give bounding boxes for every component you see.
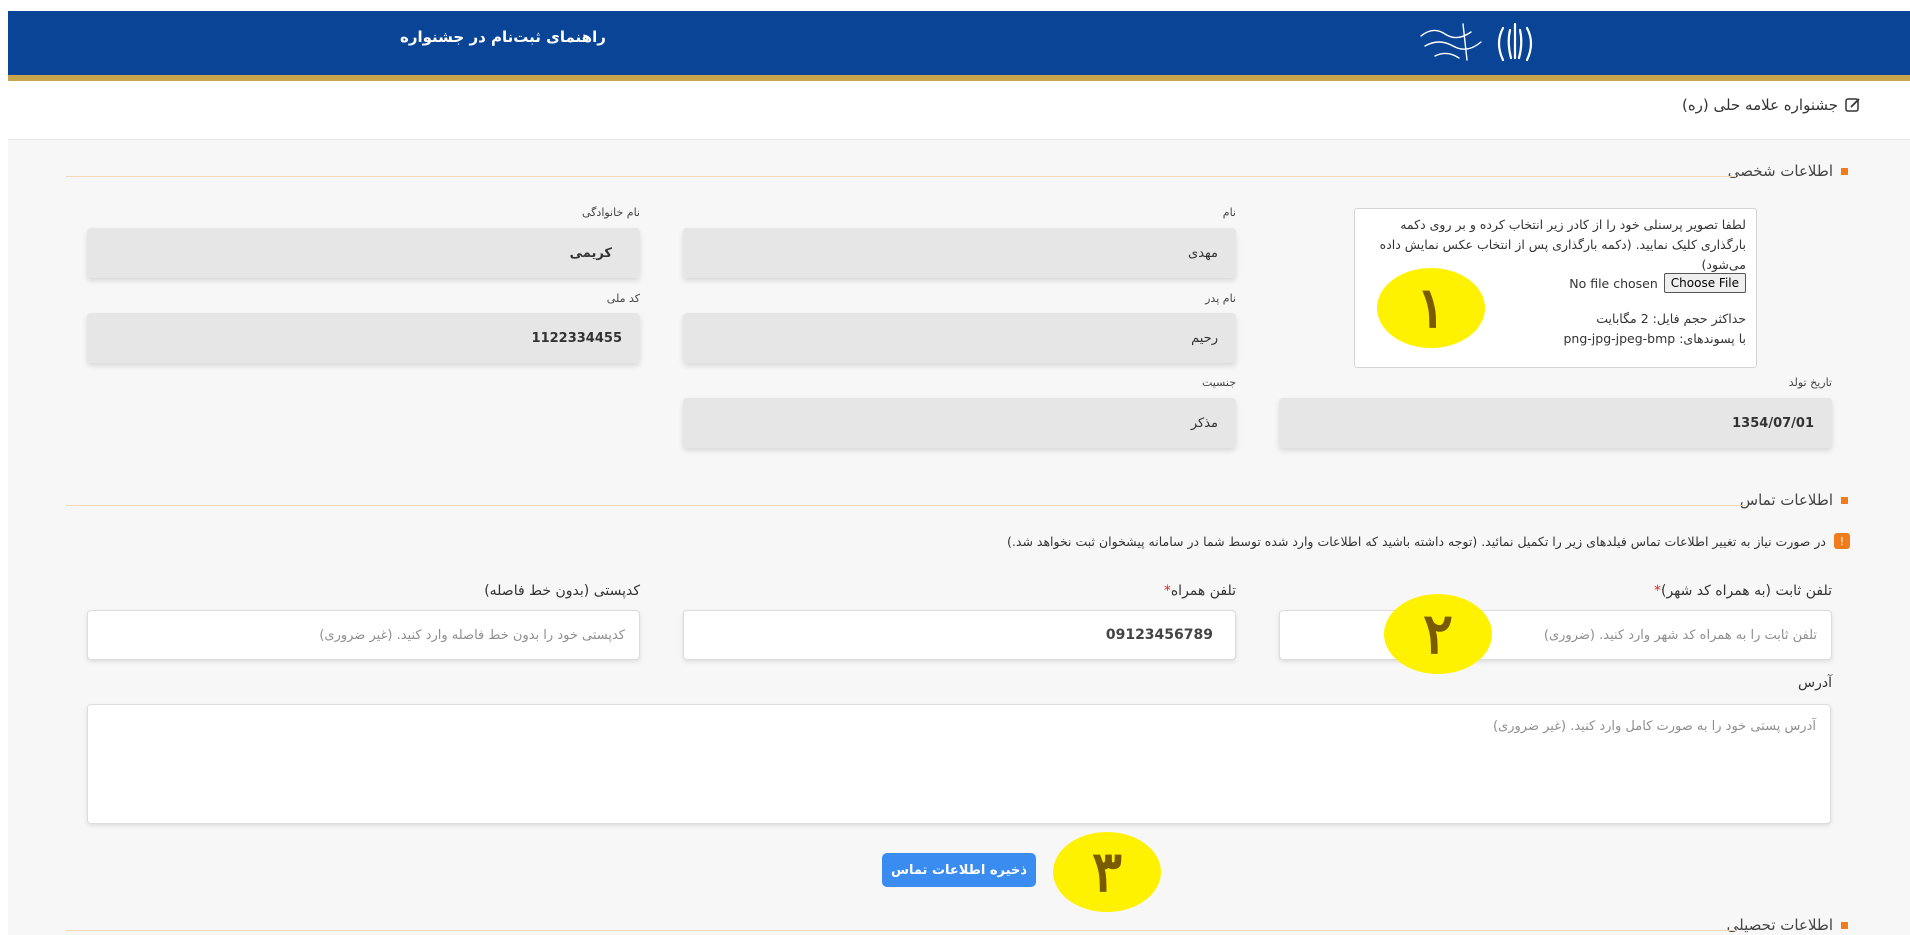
gender-label: جنسیت [1201, 376, 1236, 389]
top-header-bar [8, 11, 1910, 75]
landline-label: تلفن ثابت (به همراه کد شهر)* [1654, 583, 1832, 599]
education-info-heading: اطلاعات تحصیلی [1727, 916, 1848, 934]
landline-label-text: تلفن ثابت (به همراه کد شهر) [1660, 583, 1832, 599]
allowed-extensions-text: با پسوندهای: png-jpg-jpeg-bmp [1563, 331, 1746, 346]
postal-code-placeholder: کدپستی خود را بدون خط فاصله وارد کنید. (… [319, 627, 625, 643]
last-name-field: کریمی [87, 228, 640, 278]
personal-info-title: اطلاعات شخصی [1727, 162, 1833, 180]
section-marker-icon [1841, 167, 1848, 175]
festival-title-text: جشنواره علامه حلی (ره) [1681, 96, 1838, 114]
postal-code-input[interactable]: کدپستی خود را بدون خط فاصله وارد کنید. (… [87, 610, 640, 660]
last-name-label: نام خانوادگی [582, 206, 640, 219]
max-file-size-text: حداکثر حجم فایل: 2 مگابایت [1596, 311, 1746, 326]
edit-icon [1845, 98, 1860, 112]
required-mark: * [1653, 583, 1661, 599]
first-name-label: نام [1222, 206, 1236, 219]
father-name-field: رحیم [683, 313, 1236, 363]
mobile-label: تلفن همراه* [1164, 583, 1236, 599]
mobile-input[interactable]: 09123456789 [683, 610, 1236, 660]
birth-date-label: تاریخ تولد [1788, 376, 1832, 389]
mobile-value: 09123456789 [1105, 627, 1213, 643]
personal-info-heading: اطلاعات شخصی [1728, 162, 1848, 180]
annotation-marker-2: ۲ [1384, 594, 1492, 674]
festival-title: جشنواره علامه حلی (ره) [1682, 96, 1862, 114]
gender-field: مذکر [683, 398, 1236, 448]
section-marker-icon [1841, 496, 1848, 504]
choose-file-button[interactable]: Choose File [1663, 273, 1746, 293]
annotation-marker-1: ۱ [1377, 268, 1485, 348]
national-code-field: 1122334455 [87, 313, 640, 363]
address-placeholder: آدرس پستی خود را به صورت کامل وارد کنید.… [1492, 719, 1816, 734]
required-mark: * [1163, 583, 1171, 599]
file-input[interactable]: No file chosen Choose File [1569, 273, 1746, 293]
contact-info-heading: اطلاعات تماس [1740, 491, 1848, 509]
national-code-label: کد ملی [606, 292, 640, 305]
father-name-label: نام پدر [1205, 292, 1236, 305]
landline-input[interactable]: تلفن ثابت را به همراه کد شهر وارد کنید. … [1279, 610, 1832, 660]
birth-date-field: 1354/07/01 [1279, 398, 1832, 448]
section-divider [66, 930, 1736, 931]
first-name-field: مهدی [683, 228, 1236, 278]
registration-guide-link[interactable]: راهنمای ثبت‌نام در جشنواره [400, 28, 606, 46]
contact-warning-text: در صورت نیاز به تغییر اطلاعات تماس فیلده… [1007, 533, 1826, 549]
education-info-title: اطلاعات تحصیلی [1726, 916, 1833, 934]
organization-emblem-logo [1420, 22, 1533, 62]
upload-instructions: لطفا تصویر پرسنلی خود را از کادر زیر انت… [1379, 217, 1746, 272]
festival-subheader [8, 81, 1910, 140]
landline-placeholder: تلفن ثابت را به همراه کد شهر وارد کنید. … [1543, 627, 1817, 643]
warning-icon: ! [1834, 533, 1850, 549]
section-marker-icon [1841, 921, 1848, 929]
mobile-label-text: تلفن همراه [1170, 583, 1236, 599]
postal-code-label: کدپستی (بدون خط فاصله) [484, 583, 640, 599]
contact-warning: ! در صورت نیاز به تغییر اطلاعات تماس فیل… [1007, 533, 1850, 549]
section-divider [66, 176, 1736, 177]
annotation-marker-3: ۳ [1053, 832, 1161, 912]
address-label: آدرس [1798, 675, 1832, 691]
no-file-text: No file chosen [1569, 275, 1658, 291]
address-textarea[interactable]: آدرس پستی خود را به صورت کامل وارد کنید.… [87, 704, 1831, 824]
contact-info-title: اطلاعات تماس [1739, 491, 1833, 509]
section-divider [66, 505, 1746, 506]
save-contact-button[interactable]: ذخیره اطلاعات تماس [882, 853, 1036, 887]
